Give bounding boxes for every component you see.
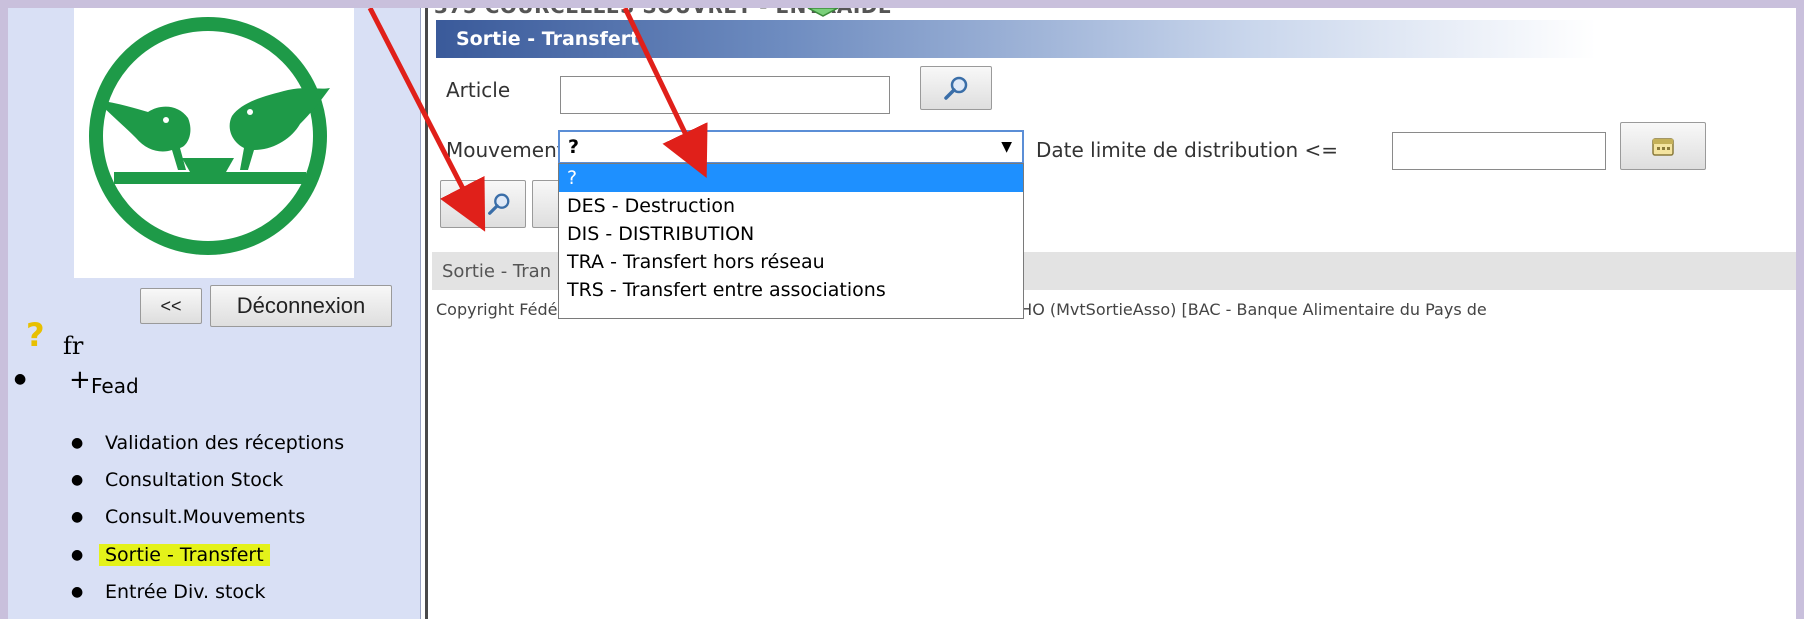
results-title: Sortie - Tran (442, 261, 552, 282)
dropdown-option[interactable]: DIS - DISTRIBUTION (559, 220, 1023, 248)
calendar-icon (1652, 138, 1674, 156)
bullet-icon: ● (71, 472, 84, 488)
mouvement-label: Mouvement (446, 138, 565, 162)
mouvement-dropdown-list: ? DES - Destruction DIS - DISTRIBUTION T… (558, 163, 1024, 319)
menu-label: Consultation Stock (105, 469, 284, 491)
menu-item-validation[interactable]: ● Validation des réceptions (71, 428, 344, 458)
bullet-icon: ● (71, 584, 84, 600)
article-search-button[interactable] (920, 66, 992, 110)
menu-item-consultation-stock[interactable]: ● Consultation Stock (71, 465, 283, 495)
menu-item-consult-mouvements[interactable]: ● Consult.Mouvements (71, 502, 305, 532)
go-button[interactable]: Go (440, 180, 526, 228)
bullet-icon: ● (71, 509, 84, 525)
question-icon[interactable]: ? (26, 316, 45, 354)
article-label: Article (446, 78, 511, 102)
search-icon (944, 76, 968, 100)
logo-image (89, 17, 330, 255)
app-window: << Déconnexion ? fr ● + Fead ● Validation… (8, 8, 1796, 619)
mouvement-selected-value: ? (568, 136, 580, 158)
chevron-down-icon[interactable]: ▼ (1001, 132, 1012, 162)
menu-label: Validation des réceptions (105, 432, 345, 454)
calendar-button[interactable] (1620, 122, 1706, 170)
expand-icon[interactable]: + (69, 367, 91, 393)
go-label: Go (453, 192, 481, 215)
sidebar: << Déconnexion ? fr ● + Fead ● Validation… (8, 8, 421, 619)
bullet-icon: ● (71, 435, 84, 451)
collapse-sidebar-button[interactable]: << (140, 288, 202, 324)
dropdown-option[interactable]: DES - Destruction (559, 192, 1023, 220)
search-icon (488, 193, 510, 215)
org-header: 375 COURCELLES SOUVRET - ENTRAIDE (434, 8, 892, 18)
menu-item-sortie-transfert[interactable]: ● Sortie - Transfert (71, 540, 270, 570)
sidebar-divider[interactable] (425, 8, 428, 619)
language-selector[interactable]: fr (63, 332, 83, 360)
dropdown-option[interactable]: ? (559, 164, 1023, 192)
section-title: Sortie - Transfert (456, 28, 640, 50)
logo (74, 8, 354, 278)
date-label: Date limite de distribution <= (1036, 138, 1339, 162)
article-input[interactable] (560, 76, 890, 114)
mouvement-select[interactable]: ? ▼ (558, 130, 1024, 164)
menu-label: Sortie - Transfert (99, 544, 270, 566)
menu-label: Consult.Mouvements (105, 506, 306, 528)
menu-label: Entrée Div. stock (105, 581, 266, 603)
dropdown-option[interactable]: TRA - Transfert hors réseau (559, 248, 1023, 276)
fead-bullet: ● (14, 371, 27, 387)
main-content: 375 COURCELLES SOUVRET - ENTRAIDE Sortie… (432, 8, 1796, 619)
menu-item-entree-div-stock[interactable]: ● Entrée Div. stock (71, 577, 266, 607)
logout-button[interactable]: Déconnexion (210, 285, 392, 327)
section-header: Sortie - Transfert (436, 20, 1596, 58)
date-input[interactable] (1392, 132, 1606, 170)
dropdown-option[interactable]: TRS - Transfert entre associations (559, 276, 1023, 304)
fead-menu[interactable]: Fead (91, 374, 139, 398)
